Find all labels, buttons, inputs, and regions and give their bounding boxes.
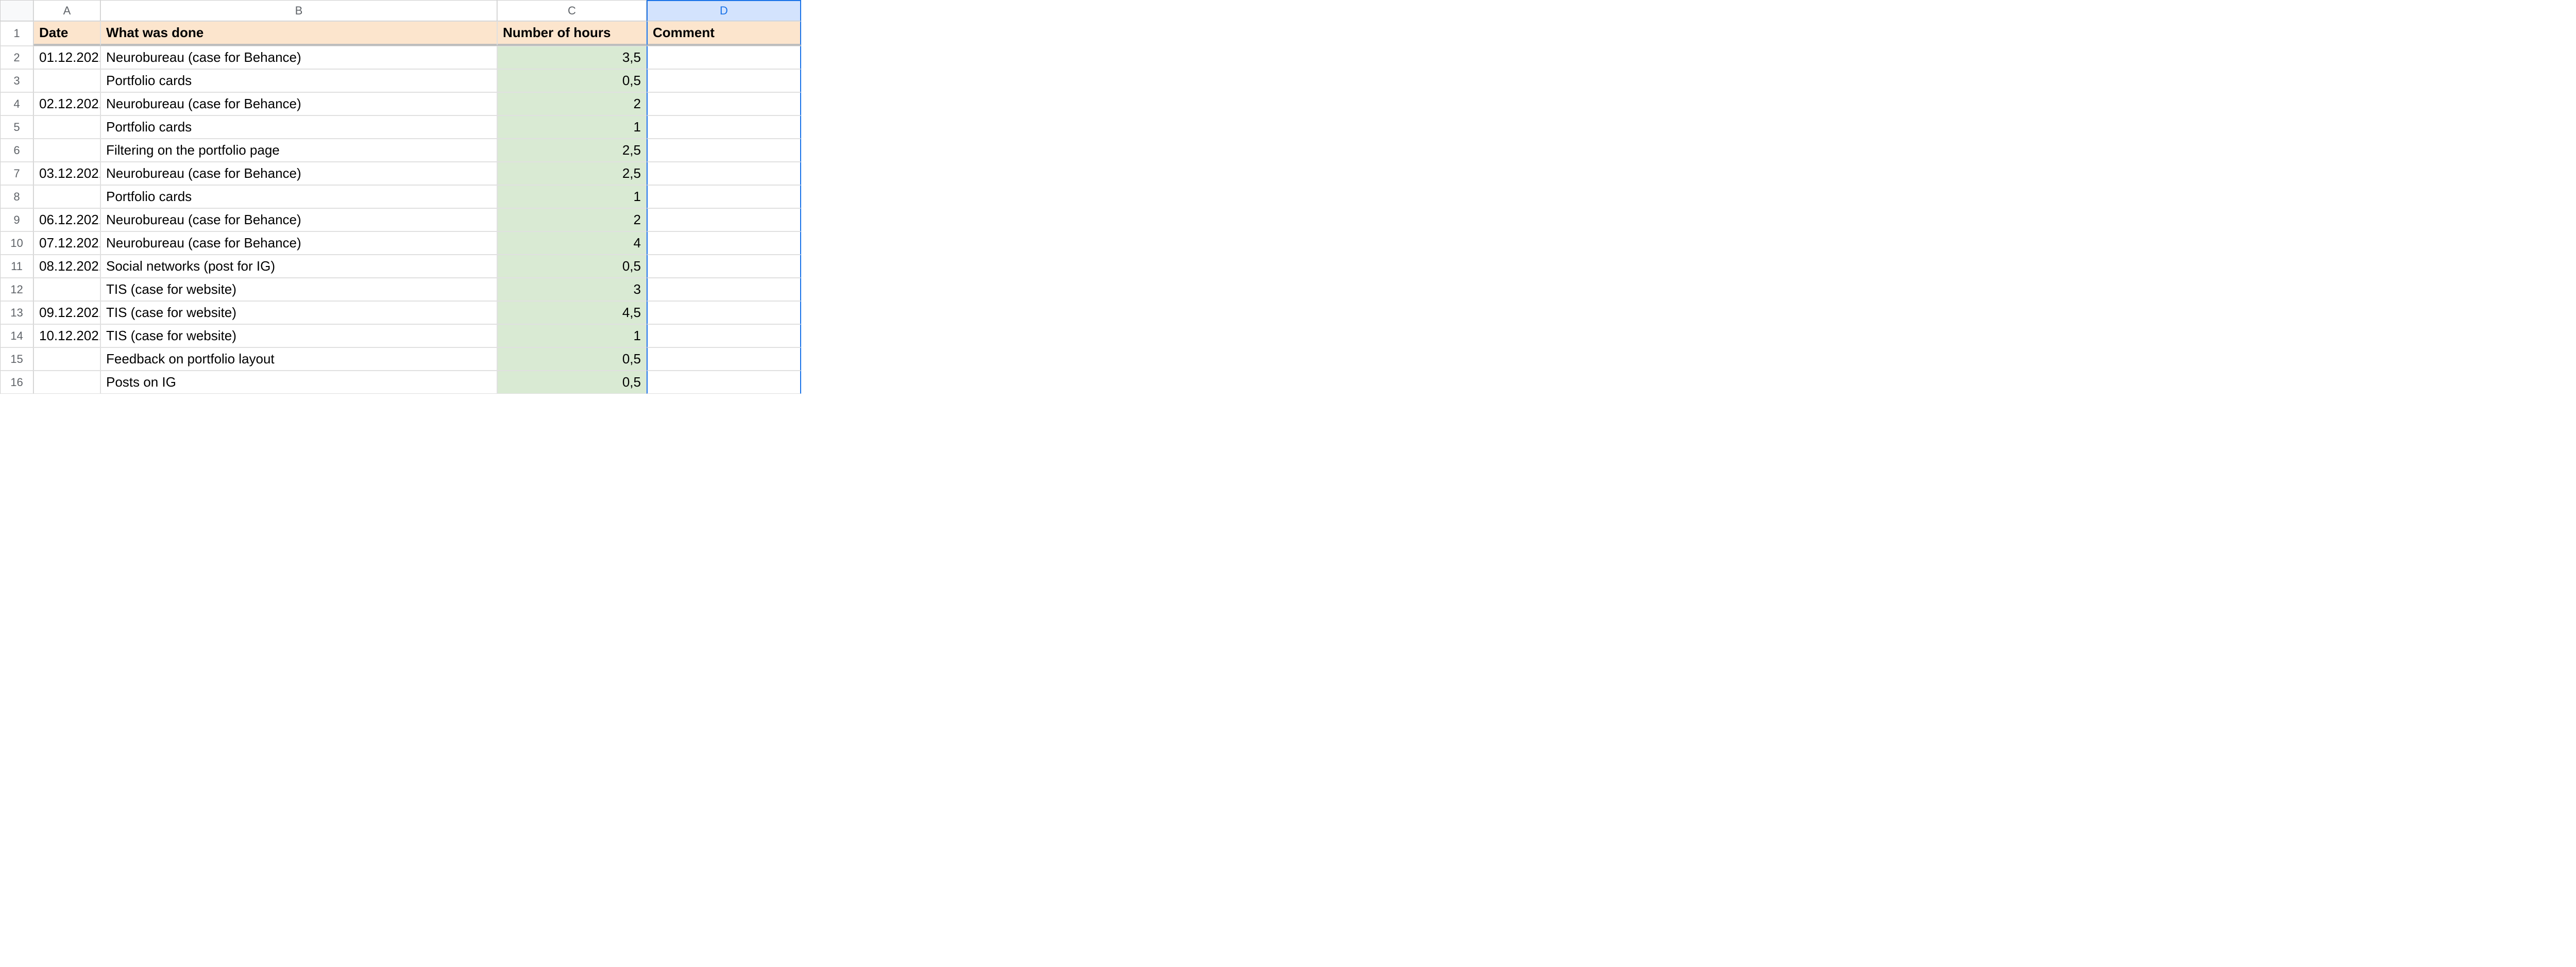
cell-date[interactable] xyxy=(33,139,100,162)
cell-date[interactable]: 07.12.2021 xyxy=(33,231,100,255)
header-comment[interactable]: Comment xyxy=(647,21,801,46)
cell-what[interactable]: Neurobureau (case for Behance) xyxy=(100,92,497,115)
header-date[interactable]: Date xyxy=(33,21,100,46)
cell-what[interactable]: Neurobureau (case for Behance) xyxy=(100,208,497,231)
cell-what[interactable]: Neurobureau (case for Behance) xyxy=(100,46,497,69)
row-header[interactable]: 5 xyxy=(0,115,33,139)
cell-hours[interactable]: 3,5 xyxy=(497,46,647,69)
cell-date[interactable] xyxy=(33,115,100,139)
cell-comment[interactable] xyxy=(647,255,801,278)
header-hours[interactable]: Number of hours xyxy=(497,21,647,46)
cell-comment[interactable] xyxy=(647,347,801,371)
cell-hours[interactable]: 2,5 xyxy=(497,162,647,185)
header-what[interactable]: What was done xyxy=(100,21,497,46)
row-header[interactable]: 4 xyxy=(0,92,33,115)
cell-date[interactable]: 01.12.2021 xyxy=(33,46,100,69)
column-header-c[interactable]: C xyxy=(497,0,647,21)
cell-hours[interactable]: 3 xyxy=(497,278,647,301)
cell-date[interactable]: 09.12.2021 xyxy=(33,301,100,324)
cell-comment[interactable] xyxy=(647,162,801,185)
row-header[interactable]: 9 xyxy=(0,208,33,231)
cell-date[interactable] xyxy=(33,278,100,301)
row-header[interactable]: 2 xyxy=(0,46,33,69)
cell-hours[interactable]: 1 xyxy=(497,185,647,208)
cell-comment[interactable] xyxy=(647,371,801,394)
cell-hours[interactable]: 1 xyxy=(497,324,647,347)
cell-comment[interactable] xyxy=(647,92,801,115)
cell-comment[interactable] xyxy=(647,231,801,255)
cell-hours[interactable]: 2,5 xyxy=(497,139,647,162)
cell-comment[interactable] xyxy=(647,278,801,301)
cell-date[interactable] xyxy=(33,185,100,208)
cell-hours[interactable]: 2 xyxy=(497,92,647,115)
cell-date[interactable]: 08.12.2021 xyxy=(33,255,100,278)
cell-hours[interactable]: 0,5 xyxy=(497,255,647,278)
cell-comment[interactable] xyxy=(647,324,801,347)
row-header[interactable]: 13 xyxy=(0,301,33,324)
cell-comment[interactable] xyxy=(647,185,801,208)
cell-what[interactable]: Neurobureau (case for Behance) xyxy=(100,231,497,255)
cell-what[interactable]: Filtering on the portfolio page xyxy=(100,139,497,162)
column-header-b[interactable]: B xyxy=(100,0,497,21)
row-header[interactable]: 10 xyxy=(0,231,33,255)
row-header[interactable]: 8 xyxy=(0,185,33,208)
column-header-d[interactable]: D xyxy=(647,0,801,21)
cell-hours[interactable]: 0,5 xyxy=(497,347,647,371)
row-header[interactable]: 15 xyxy=(0,347,33,371)
cell-what[interactable]: Feedback on portfolio layout xyxy=(100,347,497,371)
cell-date[interactable]: 10.12.2021 xyxy=(33,324,100,347)
cell-date[interactable] xyxy=(33,347,100,371)
cell-hours[interactable]: 0,5 xyxy=(497,371,647,394)
cell-hours[interactable]: 2 xyxy=(497,208,647,231)
spreadsheet-grid[interactable]: A B C D 1 Date What was done Number of h… xyxy=(0,0,2576,394)
cell-what[interactable]: TIS (case for website) xyxy=(100,278,497,301)
cell-date[interactable] xyxy=(33,371,100,394)
cell-comment[interactable] xyxy=(647,139,801,162)
cell-what[interactable]: Portfolio cards xyxy=(100,115,497,139)
cell-hours[interactable]: 4,5 xyxy=(497,301,647,324)
cell-hours[interactable]: 4 xyxy=(497,231,647,255)
row-header[interactable]: 11 xyxy=(0,255,33,278)
cell-what[interactable]: Portfolio cards xyxy=(100,185,497,208)
cell-what[interactable]: Social networks (post for IG) xyxy=(100,255,497,278)
cell-what[interactable]: Portfolio cards xyxy=(100,69,497,92)
cell-what[interactable]: TIS (case for website) xyxy=(100,324,497,347)
cell-what[interactable]: Posts on IG xyxy=(100,371,497,394)
cell-date[interactable]: 02.12.2021 xyxy=(33,92,100,115)
cell-comment[interactable] xyxy=(647,46,801,69)
row-header[interactable]: 16 xyxy=(0,371,33,394)
cell-comment[interactable] xyxy=(647,301,801,324)
cell-hours[interactable]: 1 xyxy=(497,115,647,139)
row-header[interactable]: 6 xyxy=(0,139,33,162)
cell-date[interactable]: 03.12.2021 xyxy=(33,162,100,185)
cell-what[interactable]: Neurobureau (case for Behance) xyxy=(100,162,497,185)
row-header[interactable]: 14 xyxy=(0,324,33,347)
row-header[interactable]: 3 xyxy=(0,69,33,92)
select-all-corner[interactable] xyxy=(0,0,33,21)
cell-comment[interactable] xyxy=(647,208,801,231)
cell-hours[interactable]: 0,5 xyxy=(497,69,647,92)
cell-comment[interactable] xyxy=(647,115,801,139)
row-header[interactable]: 12 xyxy=(0,278,33,301)
row-header[interactable]: 7 xyxy=(0,162,33,185)
cell-what[interactable]: TIS (case for website) xyxy=(100,301,497,324)
row-header[interactable]: 1 xyxy=(0,21,33,46)
cell-comment[interactable] xyxy=(647,69,801,92)
column-header-a[interactable]: A xyxy=(33,0,100,21)
cell-date[interactable] xyxy=(33,69,100,92)
cell-date[interactable]: 06.12.2021 xyxy=(33,208,100,231)
